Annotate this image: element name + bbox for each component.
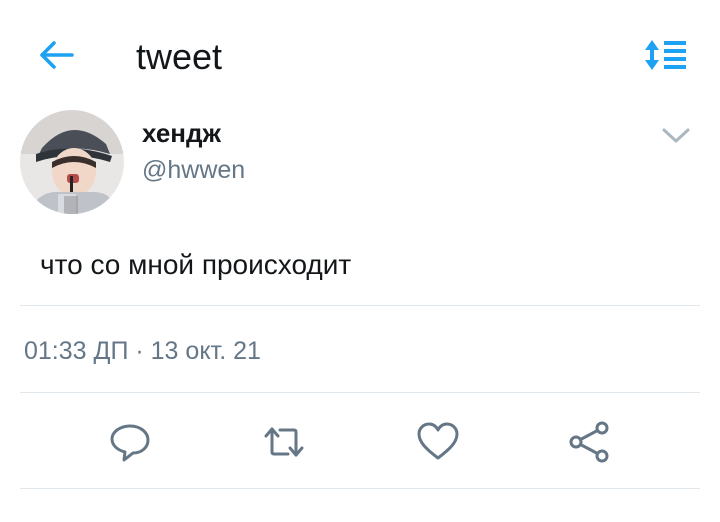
author-handle[interactable]: @hwwen	[142, 155, 245, 185]
divider	[20, 305, 700, 306]
arrow-left-icon	[40, 41, 74, 69]
tweet-date: 13 окт. 21	[150, 337, 261, 365]
share-icon	[569, 421, 609, 463]
divider	[20, 488, 700, 489]
like-button[interactable]	[414, 418, 462, 466]
reply-button[interactable]	[106, 418, 154, 466]
retweet-icon	[264, 427, 304, 457]
tweet-timestamp[interactable]: 01:33 ДП · 13 окт. 21	[24, 336, 261, 366]
divider	[20, 392, 700, 393]
share-button[interactable]	[566, 418, 614, 466]
page-title: tweet	[136, 36, 223, 77]
avatar-photo	[20, 110, 124, 214]
sort-list-icon	[645, 40, 686, 70]
reply-icon	[110, 424, 150, 462]
avatar[interactable]	[20, 110, 124, 214]
like-icon	[417, 422, 459, 460]
timestamp-separator: ·	[135, 337, 144, 365]
back-button[interactable]	[36, 38, 76, 72]
chevron-down-icon	[662, 128, 690, 143]
tweet-menu-button[interactable]	[658, 122, 694, 148]
author-name[interactable]: хендж	[142, 118, 221, 148]
top-bar: tweet	[0, 0, 720, 112]
tweet-text: что со мной происходит	[40, 249, 352, 280]
sort-button[interactable]	[644, 38, 690, 72]
tweet-time: 01:33 ДП	[24, 337, 129, 365]
retweet-button[interactable]	[260, 418, 308, 466]
